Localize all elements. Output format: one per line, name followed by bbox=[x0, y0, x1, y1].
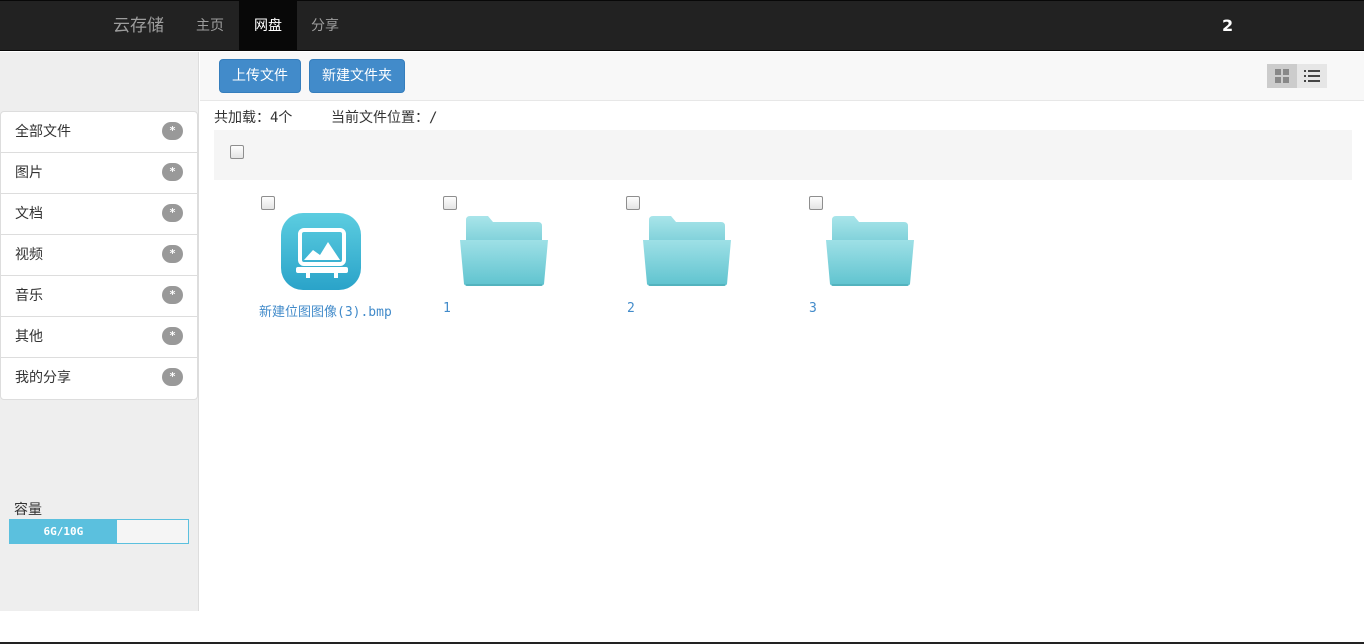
category-badge: * bbox=[162, 163, 183, 181]
folder-icon bbox=[826, 216, 914, 286]
upload-file-button[interactable]: 上传文件 bbox=[219, 59, 301, 93]
file-name[interactable]: 1 bbox=[443, 301, 451, 316]
top-navbar: 云存储 主页 网盘 分享 2 bbox=[0, 0, 1364, 51]
file-checkbox[interactable] bbox=[443, 196, 457, 210]
nav-home[interactable]: 主页 bbox=[183, 1, 237, 51]
folder-icon bbox=[643, 216, 731, 286]
category-badge: * bbox=[162, 368, 183, 386]
category-label: 全部文件 bbox=[15, 124, 71, 140]
image-file-icon bbox=[281, 213, 361, 290]
category-badge: * bbox=[162, 204, 183, 222]
file-name[interactable]: 2 bbox=[627, 301, 635, 316]
list-view-icon bbox=[1304, 70, 1320, 82]
category-documents[interactable]: 文档 * bbox=[1, 194, 197, 235]
loaded-count: 共加载：4个 bbox=[214, 107, 292, 127]
nav-netdisk[interactable]: 网盘 bbox=[239, 1, 297, 51]
file-checkbox[interactable] bbox=[261, 196, 275, 210]
user-menu[interactable]: 2 bbox=[1222, 1, 1233, 51]
category-badge: * bbox=[162, 245, 183, 263]
current-location: 当前文件位置：/ bbox=[331, 107, 437, 127]
select-all-checkbox[interactable] bbox=[230, 145, 244, 159]
category-badge: * bbox=[162, 286, 183, 304]
category-images[interactable]: 图片 * bbox=[1, 153, 197, 194]
capacity-progress-bar: 6G/10G bbox=[9, 519, 189, 544]
file-item[interactable]: 新建位图图像(3).bmp bbox=[259, 190, 439, 325]
category-label: 视频 bbox=[15, 247, 43, 263]
sidebar: 全部文件 * 图片 * 文档 * 视频 * 音乐 * 其他 * 我的分享 * 容… bbox=[0, 52, 199, 611]
loaded-label: 共加载： bbox=[214, 110, 270, 126]
category-my-shares[interactable]: 我的分享 * bbox=[1, 358, 197, 399]
toolbar: 上传文件 新建文件夹 bbox=[200, 52, 1364, 101]
category-other[interactable]: 其他 * bbox=[1, 317, 197, 358]
category-label: 文档 bbox=[15, 206, 43, 222]
category-all-files[interactable]: 全部文件 * bbox=[1, 112, 197, 153]
file-name[interactable]: 3 bbox=[809, 301, 817, 316]
category-videos[interactable]: 视频 * bbox=[1, 235, 197, 276]
grid-view-icon bbox=[1275, 69, 1289, 83]
select-all-bar bbox=[214, 130, 1352, 180]
list-view-button[interactable] bbox=[1297, 64, 1327, 88]
category-label: 音乐 bbox=[15, 288, 43, 304]
folder-icon bbox=[460, 216, 548, 286]
category-badge: * bbox=[162, 122, 183, 140]
category-label: 其他 bbox=[15, 329, 43, 345]
file-checkbox[interactable] bbox=[626, 196, 640, 210]
location-value: / bbox=[429, 110, 438, 126]
file-name[interactable]: 新建位图图像(3).bmp bbox=[259, 301, 392, 320]
new-folder-button[interactable]: 新建文件夹 bbox=[309, 59, 405, 93]
loaded-value: 4个 bbox=[270, 110, 293, 126]
category-label: 我的分享 bbox=[15, 370, 71, 386]
brand-logo[interactable]: 云存储 bbox=[113, 1, 164, 51]
category-label: 图片 bbox=[15, 165, 43, 181]
capacity-progress-fill: 6G/10G bbox=[10, 520, 117, 543]
capacity-label: 容量 bbox=[14, 502, 42, 518]
file-checkbox[interactable] bbox=[809, 196, 823, 210]
folder-item[interactable]: 1 bbox=[442, 190, 622, 325]
category-music[interactable]: 音乐 * bbox=[1, 276, 197, 317]
location-label: 当前文件位置： bbox=[331, 110, 429, 126]
category-badge: * bbox=[162, 327, 183, 345]
folder-item[interactable]: 2 bbox=[625, 190, 805, 325]
grid-view-button[interactable] bbox=[1267, 64, 1297, 88]
folder-item[interactable]: 3 bbox=[808, 190, 988, 325]
view-toggle bbox=[1267, 64, 1327, 88]
category-list: 全部文件 * 图片 * 文档 * 视频 * 音乐 * 其他 * 我的分享 * bbox=[0, 111, 198, 400]
nav-share[interactable]: 分享 bbox=[297, 1, 353, 51]
